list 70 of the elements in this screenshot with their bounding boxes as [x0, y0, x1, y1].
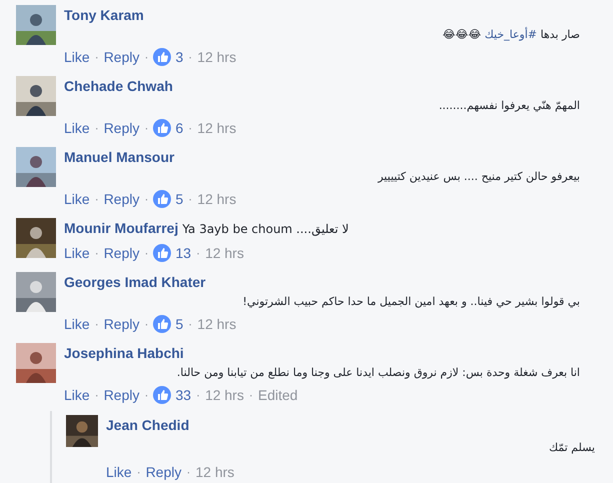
- timestamp: 12 hrs: [197, 48, 236, 67]
- thumbs-up-icon: [153, 315, 172, 333]
- timestamp: 12 hrs: [195, 463, 234, 482]
- action-link[interactable]: Reply: [104, 243, 140, 263]
- action-link[interactable]: Reply: [146, 462, 182, 482]
- action-link[interactable]: Reply: [104, 118, 140, 138]
- thumbs-up-icon: [153, 386, 172, 404]
- separator-dot: ·: [144, 316, 148, 333]
- action-link[interactable]: Like: [64, 385, 90, 405]
- commenter-name[interactable]: Mounir Moufarrej: [64, 220, 178, 236]
- action-link[interactable]: Like: [106, 462, 132, 482]
- like-count: 5: [175, 315, 184, 334]
- action-link[interactable]: Like: [64, 118, 90, 138]
- separator-dot: ·: [144, 387, 148, 404]
- separator-dot: ·: [144, 49, 148, 66]
- hashtag-link[interactable]: #أوعا_خيك: [484, 28, 537, 41]
- like-count: 13: [175, 244, 192, 263]
- thumbs-up-icon: [153, 190, 172, 208]
- separator-dot: ·: [94, 316, 99, 333]
- comment-text: Ya 3ayb be choum ....لا تعليق: [182, 222, 349, 236]
- action-link[interactable]: Like: [64, 47, 90, 67]
- action-link[interactable]: Like: [64, 243, 90, 263]
- timestamp: 12 hrs: [205, 244, 244, 263]
- separator-dot: ·: [248, 387, 253, 404]
- like-count: 33: [175, 386, 192, 405]
- comment-text: بي قولوا بشير حي فينا.. و بعهد امين الجميل ما حدا حاكم حبيب الشرتوني!: [242, 294, 580, 310]
- separator-dot: ·: [188, 191, 192, 208]
- commenter-name[interactable]: Georges Imad Khater: [64, 274, 206, 290]
- separator-dot: ·: [186, 464, 190, 481]
- action-link[interactable]: Reply: [104, 314, 140, 334]
- separator-dot: ·: [144, 245, 148, 262]
- action-link[interactable]: Reply: [104, 47, 140, 67]
- separator-dot: ·: [144, 120, 148, 137]
- commenter-name[interactable]: Tony Karam: [64, 7, 144, 23]
- commenter-name[interactable]: Josephina Habchi: [64, 345, 184, 361]
- separator-dot: ·: [188, 316, 192, 333]
- separator-dot: ·: [188, 49, 192, 66]
- commenter-name[interactable]: Chehade Chwah: [64, 78, 173, 94]
- like-count: 5: [175, 190, 184, 209]
- separator-dot: ·: [196, 387, 200, 404]
- comment-text: بيعرفو حالن كتير منيح .... بس عنيدين كتيييير: [378, 169, 580, 185]
- separator-dot: ·: [94, 120, 99, 137]
- thumbs-up-icon: [153, 48, 172, 66]
- commenter-name[interactable]: Jean Chedid: [106, 417, 190, 433]
- timestamp: 12 hrs: [205, 386, 244, 405]
- action-link[interactable]: Like: [64, 314, 90, 334]
- thumbs-up-icon: [153, 244, 172, 262]
- separator-dot: ·: [144, 191, 148, 208]
- commenter-name[interactable]: Manuel Mansour: [64, 149, 174, 165]
- separator-dot: ·: [196, 245, 200, 262]
- like-count: 3: [175, 48, 184, 67]
- comment-text: انا بعرف شغلة وحدة بس: لازم نروق ونصلب ايدنا على وجنا وما نطلع من تيابنا ومن حالنا.: [176, 365, 580, 381]
- timestamp: 12 hrs: [197, 315, 236, 334]
- separator-dot: ·: [94, 245, 99, 262]
- comment-text: المهمّ هنّي يعرفوا نفسهم........: [438, 98, 580, 114]
- separator-dot: ·: [94, 387, 99, 404]
- action-link[interactable]: Reply: [104, 189, 140, 209]
- separator-dot: ·: [136, 464, 141, 481]
- comment-text: يسلم تمّك: [548, 440, 595, 456]
- separator-dot: ·: [94, 191, 99, 208]
- like-count: 6: [175, 119, 184, 138]
- timestamp: 12 hrs: [197, 190, 236, 209]
- timestamp: 12 hrs: [197, 119, 236, 138]
- thumbs-up-icon: [153, 119, 172, 137]
- edited-label: Edited: [258, 386, 298, 405]
- action-link[interactable]: Like: [64, 189, 90, 209]
- action-link[interactable]: Reply: [104, 385, 140, 405]
- comment-text: صار بدها #أوعا_خيك 😂😂😂: [442, 27, 580, 43]
- separator-dot: ·: [188, 120, 192, 137]
- separator-dot: ·: [94, 49, 99, 66]
